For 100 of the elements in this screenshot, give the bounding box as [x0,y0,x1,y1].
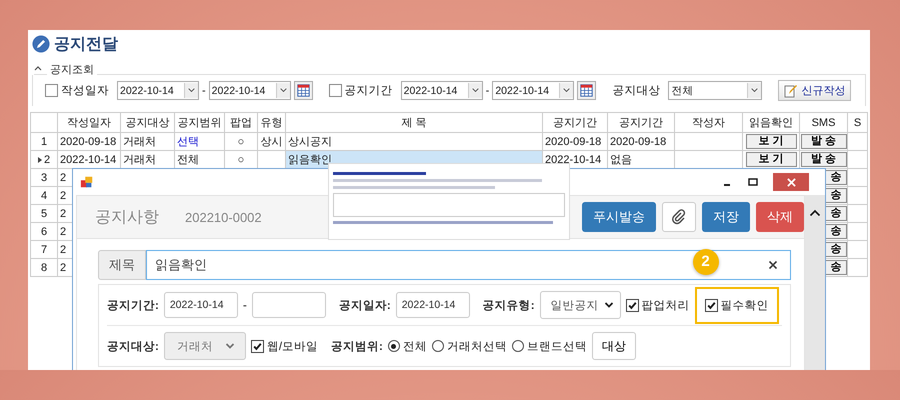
row-indicator-icon [38,156,42,162]
attach-button[interactable] [662,202,696,232]
checkbox[interactable] [626,298,639,312]
field-label: 공지기간: [107,298,159,312]
row-number: 4 [40,188,48,202]
radio-button[interactable] [512,340,524,352]
row-header[interactable]: 8 [30,258,58,276]
column-header[interactable]: 공지대상 [120,112,174,132]
chevron-icon [224,342,235,350]
checkbox[interactable] [328,84,342,97]
row-header[interactable]: 1 [30,132,58,150]
checkbox[interactable] [45,84,58,97]
radio-button[interactable] [432,340,444,352]
table-cell: 상시공지 [288,136,332,148]
table-cell: 2 [60,208,66,220]
maximize-icon[interactable] [747,176,759,188]
table-cell: 거래처 [123,136,156,148]
step-badge: 2 [692,248,719,274]
row-header[interactable]: 4 [30,186,58,204]
column-header[interactable]: 공지기간 [608,112,674,132]
row-number: 7 [40,242,48,256]
action-button[interactable]: 푸시발송 [582,202,656,232]
field-label: 공지대상: [107,340,159,354]
clear-icon[interactable] [768,260,778,270]
scroll-up-icon[interactable] [809,209,821,217]
table-cell: 2 [60,172,66,184]
row-header[interactable]: 3 [30,168,58,186]
table-cell: ○ [238,136,244,148]
row-number: 5 [40,206,48,220]
pencil-icon [32,35,50,53]
date-combo[interactable]: 2022-10-14 [492,81,574,100]
range-separator: - [486,84,490,96]
column-header[interactable]: 공지기간 [542,112,608,132]
table-cell: 읽음확인 [288,154,332,166]
field-label: 공지일자: [338,298,391,312]
close-icon [786,178,796,186]
table-cell: 상시 [260,136,282,148]
row-number: 8 [40,260,48,274]
calendar-icon[interactable] [294,81,313,100]
column-header[interactable]: S [848,112,868,132]
radio-label: 브랜드선택 [526,340,587,354]
checkbox[interactable] [704,298,718,312]
table-cell: 2020-09-18 [545,136,602,148]
table-cell: ○ [238,154,244,166]
send-button[interactable]: 발 송 [800,152,846,167]
checkbox[interactable] [250,340,264,352]
date-field[interactable]: 2022-10-14 [164,292,238,318]
new-button[interactable]: 신규작성 [778,80,852,101]
column-header[interactable]: 작성자 [674,112,742,132]
row-number: 2 [44,152,50,166]
row-header[interactable]: 6 [30,222,58,240]
column-header[interactable]: 팝업 [224,112,258,132]
table-cell: 전체 [177,154,199,166]
table-cell: 2 [60,226,66,238]
row-number: 1 [40,134,48,148]
action-button[interactable]: 저장 [702,202,750,232]
checkbox-label: 웹/모바일 [266,340,318,354]
scrollbar[interactable] [805,195,825,370]
view-button[interactable]: 보 기 [746,152,796,167]
column-header[interactable]: 공지범위 [174,112,224,132]
field-label: 공지범위: [331,340,383,354]
notice-number: 202210-0002 [185,210,262,224]
date-combo[interactable]: 2022-10-14 [208,81,291,100]
row-header[interactable]: 7 [30,240,58,258]
row-number: 6 [40,224,48,238]
column-header[interactable]: 유형 [258,112,286,132]
delete-button[interactable]: 삭제 [756,202,804,232]
date-field[interactable] [252,292,326,318]
row-header[interactable]: 2 [30,150,58,168]
filter-label: 작성일자 [61,84,109,98]
calendar-icon[interactable] [577,81,596,100]
column-header[interactable]: SMS [800,112,848,132]
date-combo[interactable]: 2022-10-14 [400,81,483,100]
column-header[interactable]: 제 목 [286,112,542,132]
document-pencil-icon [784,84,798,98]
checkbox-label: 팝업처리 [642,298,690,312]
date-combo[interactable]: 2022-10-14 [117,81,199,100]
table-cell: 2022-10-14 [545,154,602,166]
radio-button[interactable] [388,340,400,352]
send-button[interactable]: 발 송 [800,134,846,149]
target-combo[interactable]: 전체 [668,81,762,100]
paperclip-icon [671,209,687,225]
row-header[interactable]: 5 [30,204,58,222]
range-separator: - [202,84,206,96]
table-cell: 2 [60,262,66,274]
table-cell: 2022-10-14 [60,154,116,166]
radio-label: 전체 [402,340,427,354]
range-separator: - [242,298,247,312]
column-header[interactable]: 작성일자 [58,112,120,132]
dropdown[interactable]: 일반공지 [540,291,621,319]
view-button[interactable]: 보 기 [746,134,796,149]
app-icon [80,175,94,189]
target-button[interactable]: 대상 [592,332,636,360]
field-label: 공지유형: [482,298,535,312]
chevron-icon [604,301,614,309]
date-field[interactable]: 2022-10-14 [396,292,470,318]
close-button[interactable] [773,173,809,191]
collapse-caret-icon[interactable] [34,64,42,70]
column-header[interactable]: 읽음확인 [742,112,800,132]
filter-label: 공지기간 [344,84,393,98]
